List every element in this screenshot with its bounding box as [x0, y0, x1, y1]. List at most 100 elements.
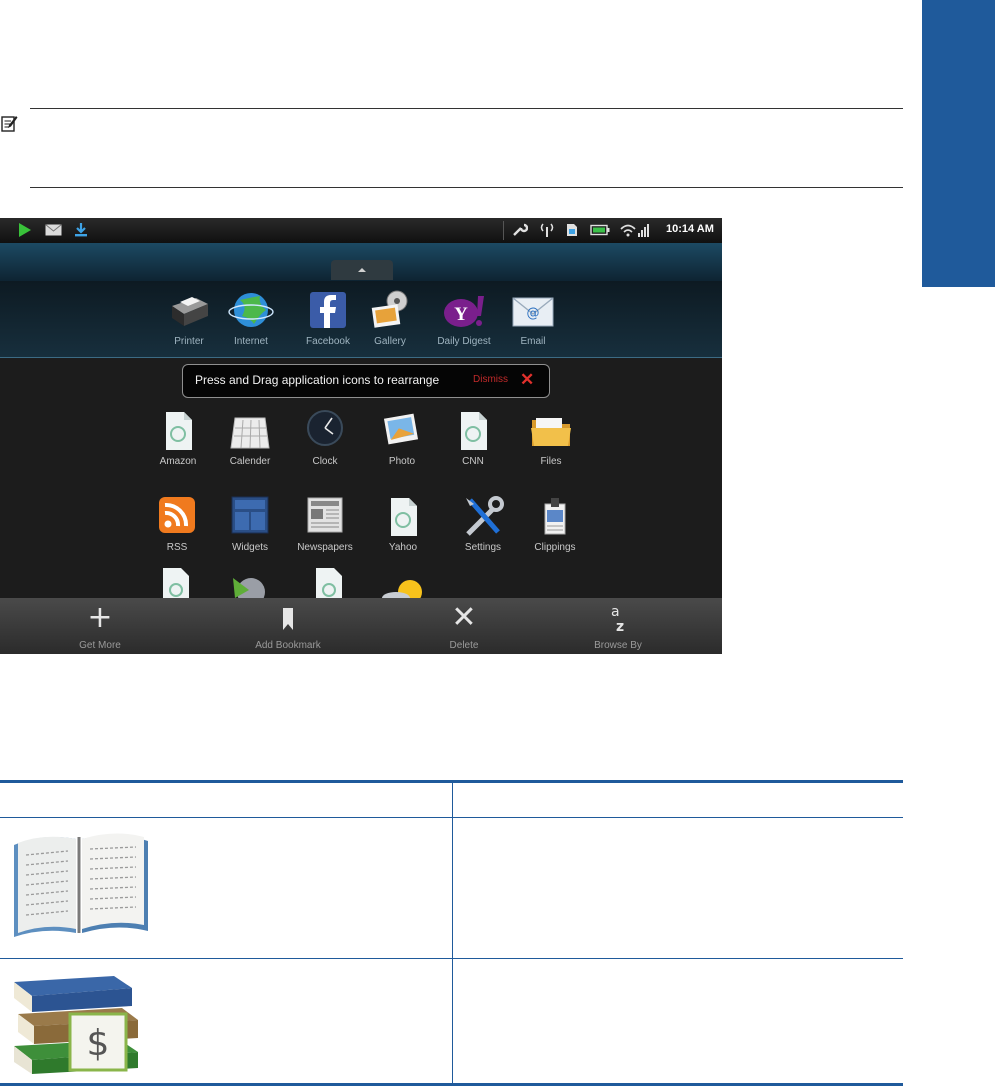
drawer-handle[interactable] — [331, 260, 393, 280]
table-row-rule — [0, 958, 903, 959]
favorites-dock: Printer Internet Facebook Gallery Y Dail… — [0, 281, 722, 358]
dock-app-email[interactable]: @ Email — [498, 288, 568, 347]
table-column-divider — [452, 783, 453, 1083]
app-files[interactable]: Files — [516, 408, 586, 467]
facebook-icon — [310, 292, 346, 328]
app-label: Widgets — [231, 542, 269, 553]
tablet-screenshot: 10:14 AM Printer Internet Facebook Galle… — [0, 218, 722, 654]
svg-text:@: @ — [527, 306, 540, 321]
sort-az-icon: az — [611, 604, 624, 635]
document-icon — [166, 412, 192, 450]
plus-icon: + — [87, 600, 113, 635]
action-label: Add Bookmark — [255, 640, 321, 651]
dock-app-internet[interactable]: Internet — [216, 288, 286, 347]
gallery-icon — [371, 290, 408, 328]
document-icon — [461, 412, 487, 450]
app-settings[interactable]: Settings — [448, 494, 518, 553]
document-icon — [391, 498, 417, 536]
app-label: Settings — [464, 542, 502, 553]
wrench-icon — [513, 223, 528, 236]
note-icon — [1, 116, 18, 132]
app-yahoo[interactable]: Yahoo — [368, 494, 438, 553]
table-header-rule — [0, 817, 903, 818]
document-icon — [316, 568, 342, 598]
open-book-icon — [14, 833, 148, 937]
chevron-up-icon — [358, 268, 366, 272]
media-player-icon — [233, 578, 265, 598]
newspaper-icon — [307, 497, 343, 533]
app-label: Printer — [174, 336, 204, 347]
wifi-icon — [620, 224, 649, 237]
yahoo-icon: Y — [444, 296, 484, 327]
bookmark-icon — [283, 608, 293, 630]
app-label: Photo — [388, 456, 416, 467]
app-label: Files — [540, 456, 562, 467]
email-icon: @ — [512, 297, 554, 327]
status-divider — [503, 221, 504, 240]
dock-app-gallery[interactable]: Gallery — [355, 288, 425, 347]
app-label: RSS — [166, 542, 188, 553]
launcher-action-bar: + Get More Add Bookmark ✕ Delete az Brow… — [0, 598, 722, 654]
status-bar: 10:14 AM — [0, 218, 722, 243]
app-cnn[interactable]: CNN — [438, 408, 508, 467]
app-widgets[interactable]: Widgets — [215, 494, 285, 553]
app-label: Amazon — [159, 456, 197, 467]
app-label: CNN — [462, 456, 484, 467]
battery-icon — [590, 224, 610, 236]
calendar-icon — [230, 417, 270, 449]
app-label: Gallery — [374, 336, 406, 347]
svg-text:a: a — [611, 604, 620, 620]
chapter-side-tab — [922, 0, 995, 287]
note-bottom-rule — [30, 187, 903, 188]
close-icon[interactable]: ✕ — [520, 371, 534, 389]
table-row — [8, 825, 150, 946]
note-top-rule — [30, 108, 903, 109]
app-label: Facebook — [306, 336, 350, 347]
rearrange-toast: Press and Drag application icons to rear… — [182, 364, 550, 398]
app-label: Newspapers — [297, 542, 353, 553]
dismiss-button[interactable]: Dismiss — [473, 374, 508, 385]
sim-icon — [567, 224, 577, 236]
status-time: 10:14 AM — [666, 223, 714, 235]
app-calender[interactable]: Calender — [215, 408, 285, 467]
antenna-icon — [540, 223, 554, 237]
mail-icon — [45, 224, 62, 236]
globe-icon — [228, 293, 274, 327]
app-rss[interactable]: RSS — [142, 494, 212, 553]
app-clock[interactable]: Clock — [290, 408, 360, 467]
weather-icon — [382, 580, 422, 598]
app-label: Yahoo — [388, 542, 418, 553]
app-label: Daily Digest — [437, 336, 491, 347]
get-more-button[interactable]: + Get More — [40, 600, 160, 652]
app-label: Internet — [234, 336, 268, 347]
dock-app-facebook[interactable]: Facebook — [293, 288, 363, 347]
delete-button[interactable]: ✕ Delete — [404, 600, 524, 652]
tools-icon — [466, 496, 504, 536]
app-photo[interactable]: Photo — [367, 408, 437, 467]
toast-message: Press and Drag application icons to rear… — [195, 373, 440, 387]
action-label: Browse By — [594, 640, 642, 651]
action-label: Get More — [79, 640, 121, 651]
printer-icon — [172, 297, 208, 326]
photo-icon — [383, 413, 419, 445]
app-label: Clippings — [534, 542, 576, 553]
app-label: Calender — [229, 456, 271, 467]
dock-app-printer[interactable]: Printer — [154, 288, 224, 347]
svg-text:Y: Y — [454, 304, 468, 325]
app-amazon[interactable]: Amazon — [143, 408, 213, 467]
app-label: Email — [520, 336, 546, 347]
delete-x-icon: ✕ — [451, 600, 477, 635]
browse-by-button[interactable]: az Browse By — [558, 602, 678, 651]
bookstore-icon: $ — [14, 976, 138, 1074]
action-label: Delete — [449, 640, 479, 651]
app-clippings[interactable]: Clippings — [520, 494, 590, 553]
table-bottom-rule — [0, 1083, 903, 1086]
add-bookmark-button[interactable]: Add Bookmark — [228, 602, 348, 651]
widgets-icon — [231, 496, 269, 534]
app-newspapers[interactable]: Newspapers — [290, 494, 360, 553]
svg-text:$: $ — [87, 1023, 110, 1064]
rss-icon — [159, 497, 195, 533]
dock-app-daily-digest[interactable]: Y Daily Digest — [429, 288, 499, 347]
folder-icon — [531, 418, 571, 446]
clock-icon — [307, 410, 343, 446]
